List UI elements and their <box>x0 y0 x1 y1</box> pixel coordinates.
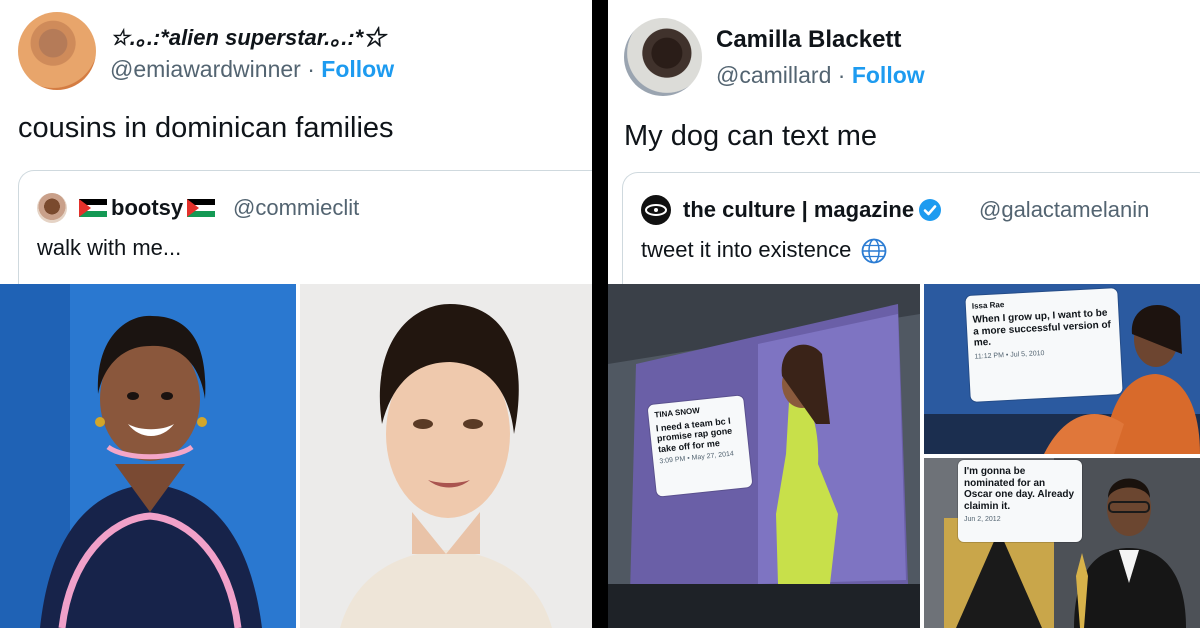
handle[interactable]: @emiawardwinner <box>110 56 301 82</box>
tweet-text: My dog can text me <box>624 120 878 152</box>
quote-tweet-card[interactable]: the culture | magazine @galactamelanin t… <box>622 172 1200 293</box>
quote-author-name: bootsy <box>79 195 216 221</box>
billboard-tweet-text: When I grow up, I want to be a more succ… <box>972 307 1112 349</box>
billboard-tweet: I'm gonna be nominated for an Oscar one … <box>958 460 1082 542</box>
attached-photo-2[interactable]: Issa Rae When I grow up, I want to be a … <box>924 284 1200 454</box>
globe-icon <box>862 238 887 264</box>
display-name[interactable]: Camilla Blackett <box>716 26 901 54</box>
quote-tweet-card[interactable]: bootsy @commieclit walk with me... <box>18 170 592 291</box>
right-tweet-panel: Camilla Blackett @camillard · Follow My … <box>608 0 1200 628</box>
attached-photo-2[interactable] <box>300 284 592 628</box>
attached-photo-1[interactable] <box>0 284 296 628</box>
handle-line: @camillard · Follow <box>716 62 925 89</box>
quote-avatar <box>37 193 67 223</box>
quote-author-name: the culture | magazine <box>683 197 942 223</box>
tweet-text: cousins in dominican families <box>18 112 394 144</box>
palestine-flag-icon <box>79 199 107 217</box>
quote-name-text: the culture | magazine <box>683 197 915 222</box>
follow-button[interactable]: Follow <box>321 56 394 82</box>
avatar[interactable] <box>18 12 96 90</box>
portrait-woman-blue-background <box>0 284 296 628</box>
separator: · <box>837 62 846 88</box>
verified-badge-icon <box>919 199 942 221</box>
magazine-logo-icon <box>645 204 667 216</box>
quote-name-text: bootsy <box>111 195 184 220</box>
attached-photo-1[interactable]: TINA SNOW I need a team bc I promise rap… <box>608 284 920 628</box>
left-tweet-panel: ☆.｡.:*alien superstar.｡.:*☆ @emiawardwin… <box>0 0 592 628</box>
quote-handle: @galactamelanin <box>979 197 1150 222</box>
quote-text-row: tweet it into existence <box>641 237 887 264</box>
portrait-woman-light-background <box>300 284 592 628</box>
follow-button[interactable]: Follow <box>852 62 925 88</box>
billboard-tweet-text: I need a team bc I promise rap gone take… <box>655 415 733 455</box>
billboard-tweet: TINA SNOW I need a team bc I promise rap… <box>647 395 753 497</box>
separator: · <box>307 56 315 82</box>
palestine-flag-icon <box>187 199 216 217</box>
handle[interactable]: @camillard <box>716 62 831 88</box>
display-name[interactable]: ☆.｡.:*alien superstar.｡.:*☆ <box>110 20 385 52</box>
quote-handle: @commieclit <box>233 195 360 220</box>
billboard-tweet-text: I'm gonna be nominated for an Oscar one … <box>964 466 1075 512</box>
avatar[interactable] <box>624 18 702 96</box>
quote-avatar <box>641 195 671 225</box>
handle-line: @emiawardwinner · Follow <box>110 56 394 83</box>
billboard-tweet-date: Jun 2, 2012 <box>964 516 1001 523</box>
quote-text: tweet it into existence <box>641 237 852 262</box>
attached-photo-3[interactable]: I'm gonna be nominated for an Oscar one … <box>924 458 1200 628</box>
quote-text: walk with me... <box>37 235 182 260</box>
billboard-tweet: Issa Rae When I grow up, I want to be a … <box>965 288 1123 402</box>
